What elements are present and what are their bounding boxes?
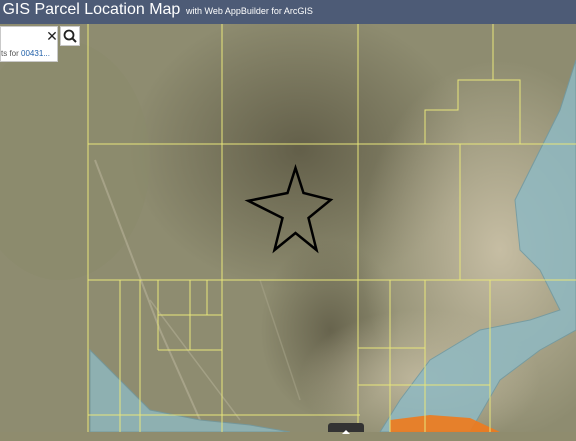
attribution-toggle[interactable] bbox=[328, 423, 364, 434]
search-widget: ✕ ts for 00431... bbox=[0, 26, 59, 62]
app-subtitle: with Web AppBuilder for ArcGIS bbox=[186, 6, 313, 16]
search-button[interactable] bbox=[60, 26, 80, 46]
search-suggestion[interactable]: ts for 00431... bbox=[1, 49, 50, 58]
suggestion-term: 00431... bbox=[21, 49, 50, 58]
app-header: y GIS Parcel Location Map with Web AppBu… bbox=[0, 0, 576, 24]
suggestion-prefix: ts for bbox=[1, 49, 22, 58]
app-title: y GIS Parcel Location Map bbox=[0, 1, 181, 18]
map-view[interactable] bbox=[0, 24, 576, 432]
search-icon bbox=[63, 29, 77, 43]
satellite-basemap[interactable] bbox=[0, 24, 576, 432]
close-icon[interactable]: ✕ bbox=[46, 29, 58, 43]
